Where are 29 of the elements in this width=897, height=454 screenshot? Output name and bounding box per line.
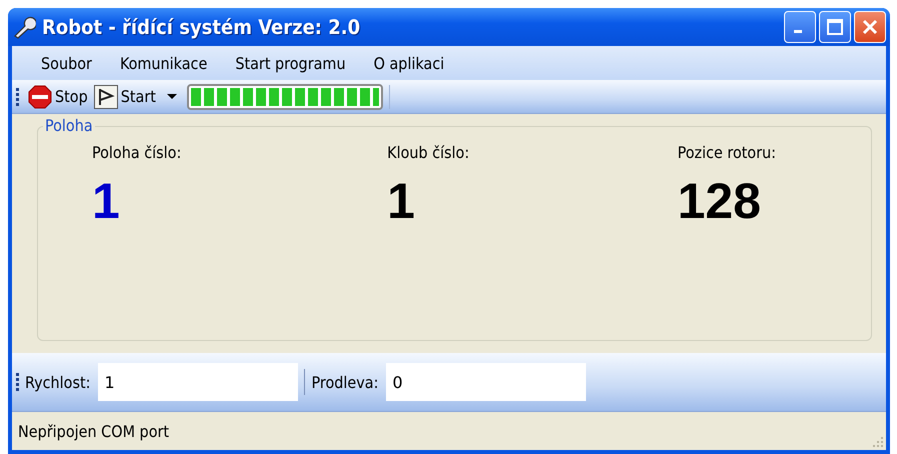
readout-label: Pozice rotoru: bbox=[677, 143, 777, 162]
minimize-icon bbox=[794, 30, 802, 33]
readout-value: 1 bbox=[92, 176, 120, 226]
wrench-icon bbox=[12, 15, 36, 39]
maximize-button[interactable] bbox=[819, 11, 851, 43]
input-field[interactable]: 1 bbox=[98, 363, 298, 401]
flag-icon bbox=[94, 84, 118, 108]
input-field[interactable]: 0 bbox=[386, 363, 586, 401]
menu-item[interactable]: Soubor bbox=[32, 50, 101, 76]
maximize-icon bbox=[827, 19, 843, 35]
stop-button[interactable]: Stop bbox=[25, 82, 91, 110]
readout-value: 128 bbox=[677, 176, 761, 226]
field-label: Rychlost: bbox=[25, 372, 90, 392]
window-title: Robot - řídící systém Verze: 2.0 bbox=[42, 15, 360, 39]
readout-label: Poloha číslo: bbox=[92, 143, 182, 162]
close-icon bbox=[862, 19, 878, 35]
close-button[interactable] bbox=[854, 11, 886, 43]
menu-item[interactable]: Start programu bbox=[226, 50, 355, 76]
readout-label: Kloub číslo: bbox=[387, 143, 470, 162]
menu-item[interactable]: Komunikace bbox=[110, 50, 216, 76]
status-text: Nepřipojen COM port bbox=[18, 422, 170, 440]
start-button[interactable]: Start bbox=[90, 82, 159, 110]
field-label: Prodleva: bbox=[311, 372, 378, 392]
minimize-button[interactable] bbox=[784, 11, 816, 43]
menu-item[interactable]: O aplikaci bbox=[364, 50, 454, 76]
stop-sign-icon bbox=[28, 84, 52, 108]
resize-grip-icon bbox=[872, 436, 884, 448]
dropdown-arrow-icon[interactable] bbox=[166, 94, 177, 100]
readout-value: 1 bbox=[387, 176, 415, 226]
